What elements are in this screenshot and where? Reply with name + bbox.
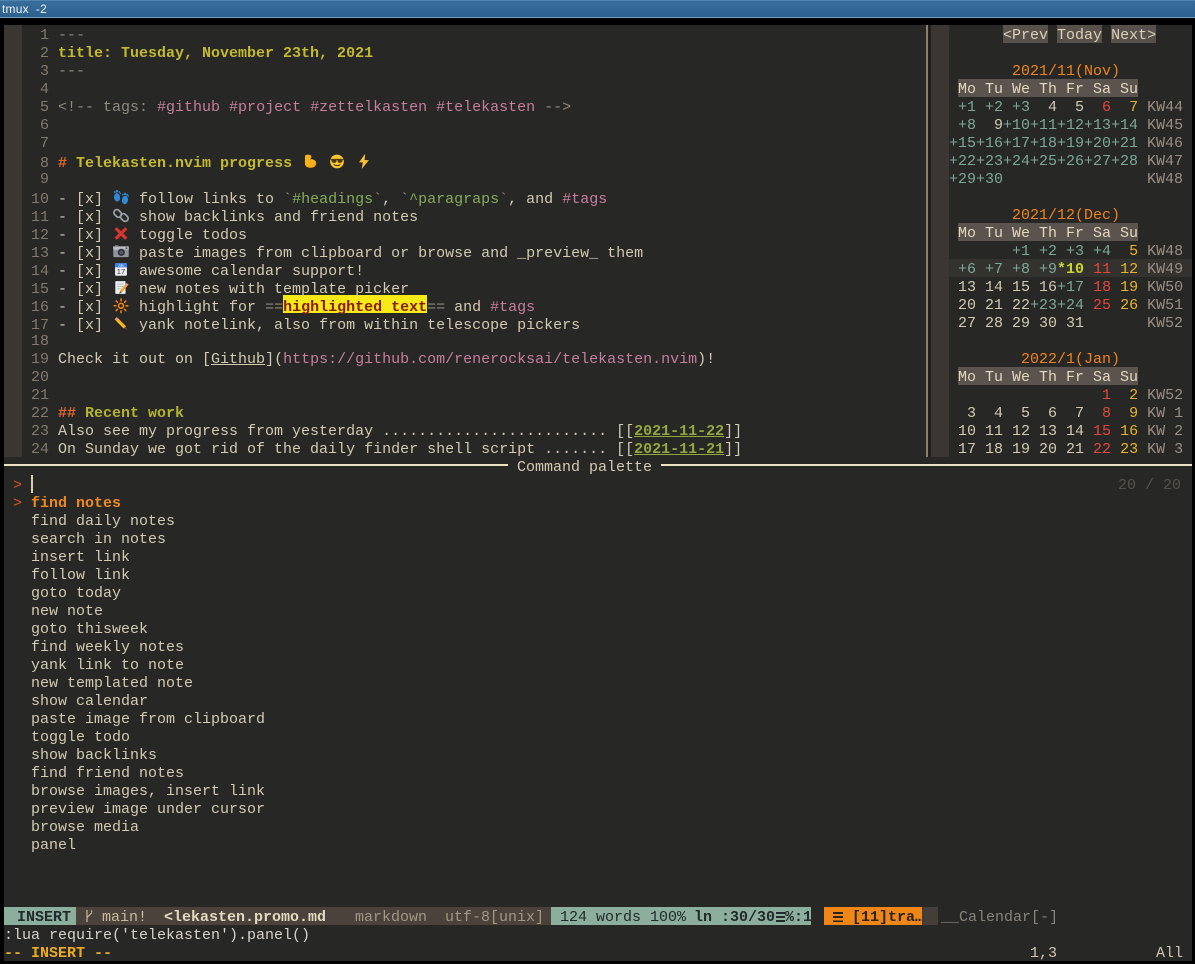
svg-text:17: 17 — [117, 267, 125, 276]
